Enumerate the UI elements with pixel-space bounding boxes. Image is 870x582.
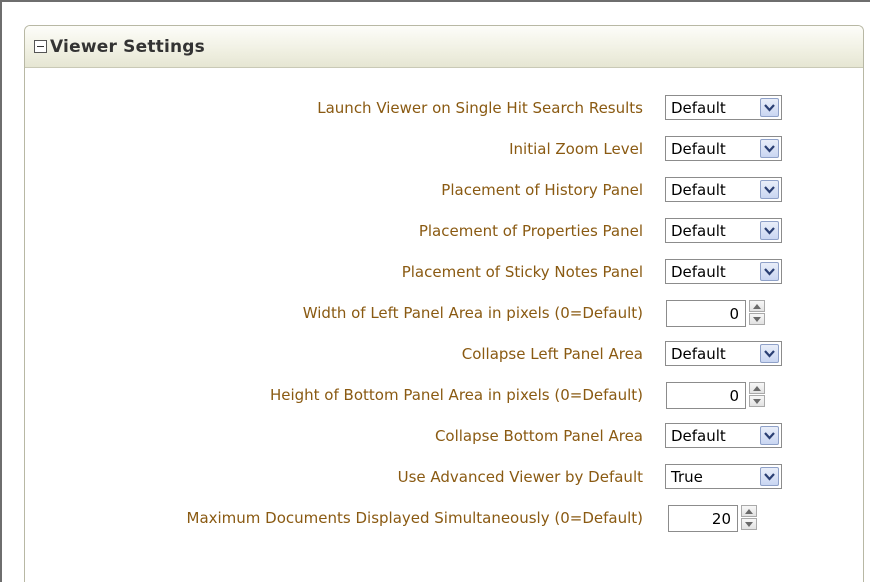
setting-row-history-panel: Placement of History Panel Default: [25, 177, 863, 218]
setting-row-advanced-viewer: Use Advanced Viewer by Default True: [25, 464, 863, 505]
setting-label: Height of Bottom Panel Area in pixels (0…: [269, 386, 643, 404]
max-documents-spinner: 20: [668, 505, 778, 532]
setting-row-initial-zoom: Initial Zoom Level Default: [25, 136, 863, 177]
select-value: Default: [671, 140, 726, 158]
spin-down-button[interactable]: [749, 395, 765, 407]
arrow-down-icon: [753, 317, 761, 322]
max-documents-input[interactable]: 20: [668, 505, 738, 532]
spinner-value: 20: [711, 510, 731, 528]
history-panel-select[interactable]: Default: [665, 177, 782, 202]
arrow-up-icon: [753, 386, 761, 391]
spinner-value: 0: [729, 387, 739, 405]
left-panel-width-spinner: 0: [666, 300, 776, 327]
select-value: True: [671, 468, 703, 486]
select-value: Default: [671, 345, 726, 363]
select-value: Default: [671, 427, 726, 445]
properties-panel-select[interactable]: Default: [665, 218, 782, 243]
chevron-down-icon: [764, 145, 775, 153]
setting-row-max-documents: Maximum Documents Displayed Simultaneous…: [25, 505, 863, 546]
window-border-top: [0, 0, 870, 2]
spin-up-button[interactable]: [749, 300, 765, 312]
setting-row-collapse-left-panel: Collapse Left Panel Area Default: [25, 341, 863, 382]
select-value: Default: [671, 263, 726, 281]
select-value: Default: [671, 222, 726, 240]
bottom-panel-height-input[interactable]: 0: [666, 382, 746, 409]
sticky-notes-panel-select[interactable]: Default: [665, 259, 782, 284]
settings-list: Launch Viewer on Single Hit Search Resul…: [25, 95, 863, 546]
collapse-bottom-panel-select[interactable]: Default: [665, 423, 782, 448]
setting-label: Maximum Documents Displayed Simultaneous…: [186, 509, 644, 527]
spin-up-button[interactable]: [749, 382, 765, 394]
panel-header: Viewer Settings: [25, 26, 863, 68]
setting-label: Placement of History Panel: [441, 181, 643, 199]
initial-zoom-select[interactable]: Default: [665, 136, 782, 161]
dropdown-button[interactable]: [760, 221, 779, 240]
dropdown-button[interactable]: [760, 467, 779, 486]
dropdown-button[interactable]: [760, 344, 779, 363]
dropdown-button[interactable]: [760, 426, 779, 445]
chevron-down-icon: [764, 350, 775, 358]
setting-label: Use Advanced Viewer by Default: [397, 468, 643, 486]
dropdown-button[interactable]: [760, 262, 779, 281]
setting-row-launch-viewer: Launch Viewer on Single Hit Search Resul…: [25, 95, 863, 136]
setting-row-collapse-bottom-panel: Collapse Bottom Panel Area Default: [25, 423, 863, 464]
spin-down-button[interactable]: [741, 518, 757, 530]
setting-label: Placement of Properties Panel: [418, 222, 643, 240]
chevron-down-icon: [764, 227, 775, 235]
chevron-down-icon: [764, 104, 775, 112]
select-value: Default: [671, 181, 726, 199]
bottom-panel-height-spinner: 0: [666, 382, 776, 409]
spin-down-button[interactable]: [749, 313, 765, 325]
spin-up-button[interactable]: [741, 505, 757, 517]
chevron-down-icon: [764, 432, 775, 440]
viewer-settings-panel: Viewer Settings Launch Viewer on Single …: [24, 25, 864, 582]
dropdown-button[interactable]: [760, 98, 779, 117]
chevron-down-icon: [764, 473, 775, 481]
advanced-viewer-select[interactable]: True: [665, 464, 782, 489]
spinner-value: 0: [729, 305, 739, 323]
setting-label: Initial Zoom Level: [509, 140, 643, 158]
dropdown-button[interactable]: [760, 139, 779, 158]
dropdown-button[interactable]: [760, 180, 779, 199]
setting-row-properties-panel: Placement of Properties Panel Default: [25, 218, 863, 259]
arrow-up-icon: [753, 304, 761, 309]
setting-label: Placement of Sticky Notes Panel: [401, 263, 643, 281]
arrow-up-icon: [745, 509, 753, 514]
chevron-down-icon: [764, 268, 775, 276]
setting-row-bottom-panel-height: Height of Bottom Panel Area in pixels (0…: [25, 382, 863, 423]
collapse-minus-icon[interactable]: [34, 40, 47, 53]
collapse-left-panel-select[interactable]: Default: [665, 341, 782, 366]
setting-label: Collapse Bottom Panel Area: [434, 427, 643, 445]
arrow-down-icon: [745, 522, 753, 527]
arrow-down-icon: [753, 399, 761, 404]
chevron-down-icon: [764, 186, 775, 194]
setting-row-sticky-notes-panel: Placement of Sticky Notes Panel Default: [25, 259, 863, 300]
select-value: Default: [671, 99, 726, 117]
setting-label: Collapse Left Panel Area: [461, 345, 643, 363]
setting-row-left-panel-width: Width of Left Panel Area in pixels (0=De…: [25, 300, 863, 341]
panel-title: Viewer Settings: [50, 36, 205, 57]
setting-label: Width of Left Panel Area in pixels (0=De…: [302, 304, 643, 322]
window-border-left: [0, 0, 2, 582]
launch-viewer-select[interactable]: Default: [665, 95, 782, 120]
left-panel-width-input[interactable]: 0: [666, 300, 746, 327]
setting-label: Launch Viewer on Single Hit Search Resul…: [317, 99, 643, 117]
